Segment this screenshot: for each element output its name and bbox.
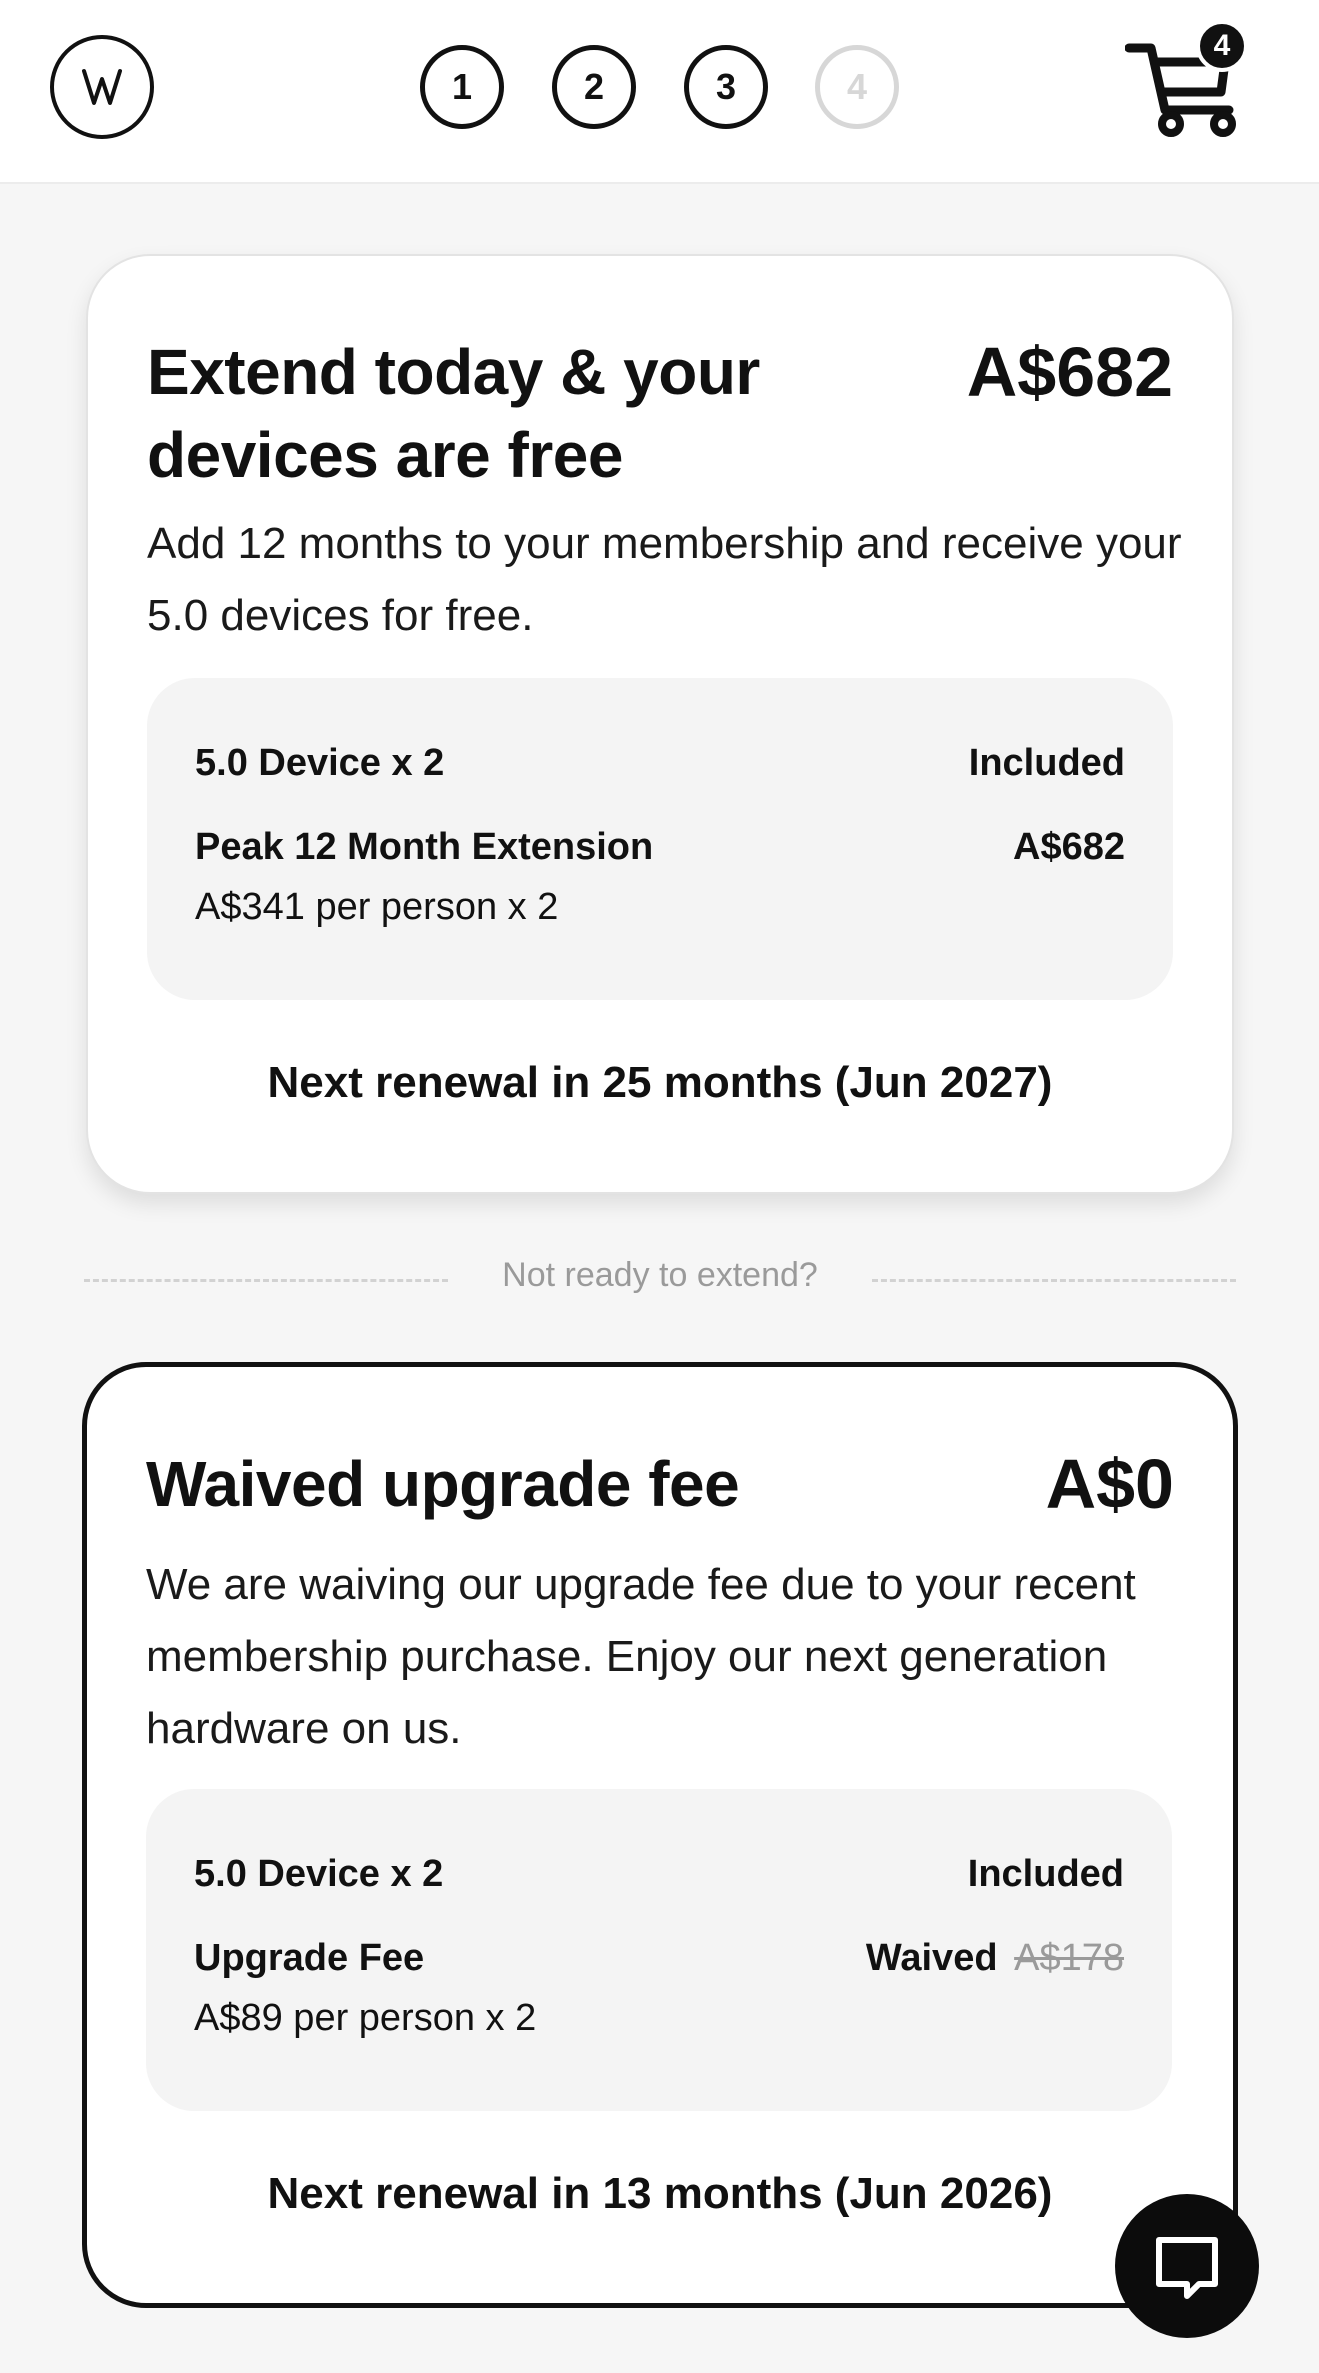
wahoo-logo-icon[interactable] bbox=[50, 35, 154, 139]
step-2[interactable]: 2 bbox=[552, 45, 636, 129]
not-ready-divider-text: Not ready to extend? bbox=[502, 1256, 818, 1294]
waived-line-items: 5.0 Device x 2 Included Upgrade Fee Waiv… bbox=[146, 1789, 1172, 2111]
step-4[interactable]: 4 bbox=[815, 45, 899, 129]
step-4-label: 4 bbox=[846, 66, 868, 107]
line-item-value: A$682 bbox=[1013, 826, 1125, 868]
line-item-label: Peak 12 Month Extension bbox=[195, 826, 654, 868]
extend-card-price: A$682 bbox=[966, 333, 1173, 411]
waived-card-description: We are waiving our upgrade fee due to yo… bbox=[146, 1560, 1136, 1753]
cart-count: 4 bbox=[1213, 29, 1231, 62]
extend-offer-card[interactable]: Extend today & your devices are free A$6… bbox=[86, 254, 1234, 1194]
waived-upgrade-card[interactable]: Waived upgrade fee A$0 We are waiving ou… bbox=[82, 1362, 1238, 2308]
extend-line-items: 5.0 Device x 2 Included Peak 12 Month Ex… bbox=[147, 678, 1173, 1000]
divider-line-left bbox=[84, 1279, 448, 1282]
line-item-subtext: A$89 per person x 2 bbox=[194, 1997, 537, 2039]
line-item-label: 5.0 Device x 2 bbox=[195, 742, 445, 784]
cart-count-badge: 4 bbox=[1196, 20, 1248, 72]
extend-card-title: Extend today & your devices are free bbox=[147, 336, 760, 491]
waived-renewal-text: Next renewal in 13 months (Jun 2026) bbox=[267, 2169, 1053, 2218]
waived-card-price: A$0 bbox=[1045, 1445, 1174, 1523]
step-1-label: 1 bbox=[451, 66, 473, 107]
line-item-value: Included bbox=[968, 742, 1125, 784]
extend-renewal-text: Next renewal in 25 months (Jun 2027) bbox=[267, 1058, 1053, 1107]
waived-card-title: Waived upgrade fee bbox=[146, 1448, 740, 1520]
chat-button[interactable] bbox=[1115, 2194, 1259, 2338]
original-price-strikethrough: A$178 bbox=[1014, 1937, 1124, 1979]
chat-bubble-icon bbox=[1156, 2237, 1218, 2299]
line-item-label: 5.0 Device x 2 bbox=[194, 1853, 444, 1895]
step-2-label: 2 bbox=[583, 66, 605, 107]
step-3[interactable]: 3 bbox=[684, 45, 768, 129]
line-item-value: Included bbox=[967, 1853, 1124, 1895]
extend-card-description: Add 12 months to your membership and rec… bbox=[147, 519, 1182, 640]
step-1[interactable]: 1 bbox=[420, 45, 504, 129]
divider-line-right bbox=[872, 1279, 1236, 1282]
top-header: 1 2 3 4 4 bbox=[0, 0, 1319, 184]
waived-label: Waived bbox=[865, 1937, 998, 1979]
step-3-label: 3 bbox=[715, 66, 737, 107]
line-item-subtext: A$341 per person x 2 bbox=[195, 886, 559, 928]
line-item-label: Upgrade Fee bbox=[194, 1937, 425, 1979]
line-item-value: Waived A$178 bbox=[866, 1937, 1124, 1980]
